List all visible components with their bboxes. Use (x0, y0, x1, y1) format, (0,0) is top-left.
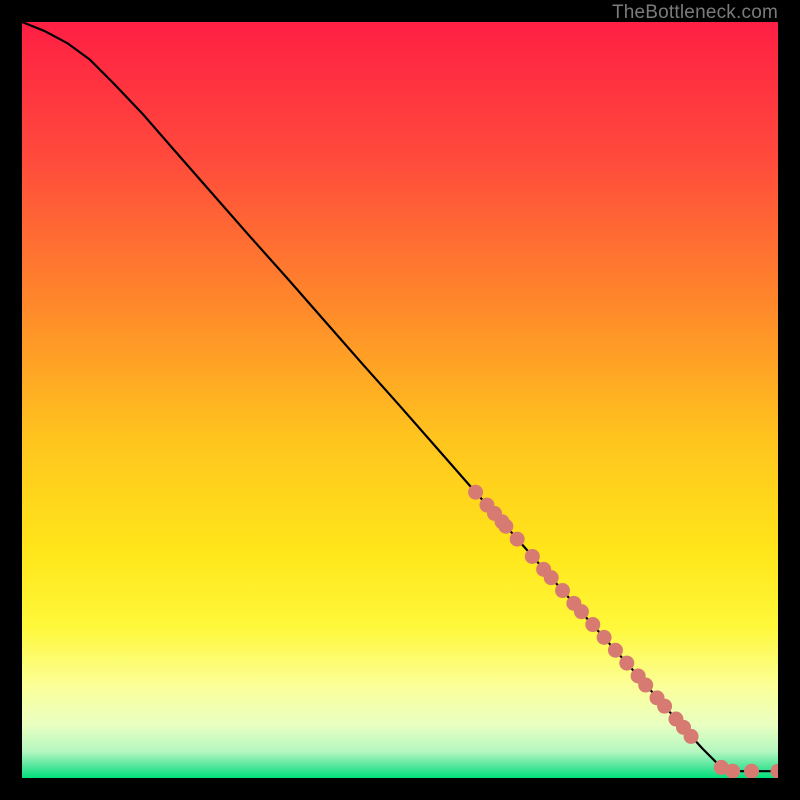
chart-svg (22, 22, 778, 778)
data-point (725, 764, 740, 778)
data-point (684, 729, 699, 744)
data-point (510, 532, 525, 547)
watermark-text: TheBottleneck.com (612, 2, 778, 24)
gradient-background (22, 22, 778, 778)
data-point (597, 630, 612, 645)
data-point (585, 617, 600, 632)
data-point (638, 678, 653, 693)
data-point (468, 485, 483, 500)
data-point (544, 570, 559, 585)
data-point (525, 549, 540, 564)
data-point (657, 699, 672, 714)
chart-stage: TheBottleneck.com (0, 0, 800, 800)
data-point (619, 656, 634, 671)
data-point (744, 764, 759, 778)
bottleneck-chart (22, 22, 778, 778)
data-point (574, 604, 589, 619)
data-point (555, 583, 570, 598)
data-point (608, 643, 623, 658)
data-point (498, 519, 513, 534)
